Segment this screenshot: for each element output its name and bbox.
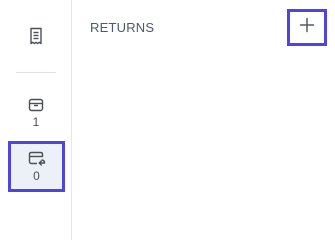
returns-count: 0 bbox=[33, 169, 40, 183]
packages-count: 1 bbox=[32, 115, 40, 129]
page-title: RETURNS bbox=[90, 20, 155, 35]
receipt-icon bbox=[28, 27, 44, 45]
package-icon bbox=[28, 97, 44, 112]
add-return-button[interactable] bbox=[287, 9, 327, 46]
plus-icon bbox=[299, 17, 315, 38]
app-window: 1 0 RETURNS bbox=[0, 0, 335, 240]
sidebar-item-receipt[interactable] bbox=[18, 22, 54, 50]
sidebar: 1 0 bbox=[0, 0, 72, 240]
sidebar-item-packages[interactable]: 1 bbox=[18, 94, 54, 132]
sidebar-divider bbox=[16, 72, 56, 73]
sidebar-item-returns[interactable]: 0 bbox=[8, 141, 65, 192]
package-return-icon bbox=[28, 150, 46, 166]
